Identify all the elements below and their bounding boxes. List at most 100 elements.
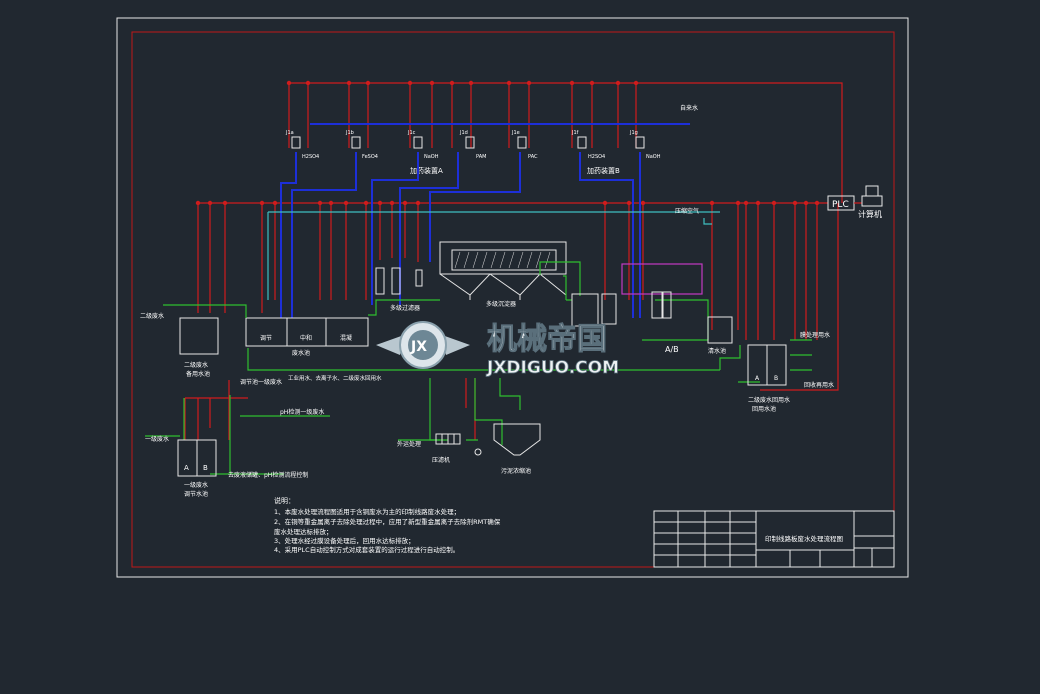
signal-node <box>363 200 369 206</box>
inclined-settler <box>439 241 567 300</box>
dosing-pump-3[interactable]: J1c NaOH <box>407 130 439 160</box>
sludge-pump-icon[interactable] <box>474 448 482 456</box>
dosing-pump-5[interactable]: J1e PAC <box>511 130 538 160</box>
filter-press-label: 压滤机 <box>432 456 450 464</box>
pump-body-icon <box>465 136 475 149</box>
signal-node <box>615 80 621 86</box>
notes-title: 说明： <box>274 496 295 505</box>
signal-node <box>526 80 532 86</box>
note-5: 4、采用PLC自动控制方式对成套装置的运行过程进行自动控制。 <box>274 545 459 554</box>
coarse-filter-label: 多级过滤器 <box>390 304 420 312</box>
signal-node <box>259 200 265 206</box>
waste-tank-label: 废水池 <box>292 349 310 357</box>
compressed-air-label: 压缩空气 <box>675 207 699 215</box>
pump-chemical: H2SO4 <box>302 154 319 160</box>
pump-body-icon <box>413 136 423 149</box>
dosing-pump-2[interactable]: J1b FeSO4 <box>345 130 378 160</box>
bottom-cell-a: A <box>184 464 189 472</box>
computer-icon[interactable] <box>861 185 883 207</box>
pump-body-icon <box>291 136 301 149</box>
pump-body-icon <box>351 136 361 149</box>
signal-node <box>640 200 646 206</box>
watermark-cn: 机械帝国 <box>487 322 607 357</box>
signal-node <box>272 200 278 206</box>
bottom-note: 去废液储罐、pH检测流程控制 <box>228 471 308 479</box>
pump-tag: J1g <box>629 130 638 136</box>
settler-label: 多级沉淀器 <box>486 300 516 308</box>
drawing-title: 印制线路板废水处理流程图 <box>765 534 843 543</box>
reserve-tank-label: 二级废水 <box>184 361 208 369</box>
dosing-pump-1[interactable]: J1a H2SO4 <box>285 130 319 160</box>
signal-node <box>602 200 608 206</box>
note-1: 1、本废水处理流程图适用于含铜废水为主的印制线路废水处理； <box>274 507 460 516</box>
signal-node <box>449 80 455 86</box>
inner-border <box>131 31 895 568</box>
left-in-label: 二级废水 <box>140 312 164 320</box>
notes-block: 说明： 1、本废水处理流程图适用于含铜废水为主的印制线路废水处理； 2、在铜等重… <box>274 496 501 554</box>
waste-cell-3: 混凝 <box>340 334 352 342</box>
clean-tank-label: 清水池 <box>708 347 726 355</box>
pump-body-icon <box>517 136 527 149</box>
signal-node <box>343 200 349 206</box>
pump-chemical: H2SO4 <box>588 154 605 160</box>
cad-drawing: 自来水 J1a H2SO4 J1b FeSO4 J1c NaOH J1d PAM J1e PAC J… <box>0 0 1040 690</box>
note-2: 2、在铜等重金属离子去除处理过程中，应用了新型重金属离子去除剂RMT确保 <box>274 517 501 526</box>
signal-node <box>468 80 474 86</box>
signal-node <box>389 200 395 206</box>
signal-node <box>626 200 632 206</box>
dosing-pump-6[interactable]: J1f H2SO4 <box>571 130 605 160</box>
signal-node <box>402 200 408 206</box>
pump-chemical: NaOH <box>424 154 439 160</box>
waste-cell-1: 调节 <box>260 334 272 342</box>
tap-water-label: 自来水 <box>680 104 698 112</box>
pump-tag: J1c <box>407 130 416 136</box>
compressed-air-line <box>267 211 720 300</box>
signal-node <box>743 200 749 206</box>
signal-node <box>709 200 715 206</box>
pump-body-icon <box>577 136 587 149</box>
computer-label: 计算机 <box>858 209 882 219</box>
signal-node <box>286 80 292 86</box>
signal-node <box>633 80 639 86</box>
signal-node <box>407 80 413 86</box>
ab-label: A/B <box>665 345 679 354</box>
dosing-pump-row: J1a H2SO4 J1b FeSO4 J1c NaOH J1d PAM J1e PAC J1f H2… <box>285 130 661 160</box>
pump-tag: J1f <box>571 130 579 136</box>
bottom-cell-b: B <box>203 464 208 472</box>
dosing-pump-4[interactable]: J1d PAM <box>459 130 486 160</box>
sludge-tank-label: 污泥浓缩池 <box>501 467 531 475</box>
signal-node <box>755 200 761 206</box>
reserve-tank-label-2: 备用水池 <box>186 370 210 378</box>
signal-node <box>771 200 777 206</box>
settler-hatch <box>454 251 551 269</box>
pump-tag: J1d <box>459 130 468 136</box>
pump-body-icon <box>635 136 645 149</box>
signal-node <box>365 80 371 86</box>
dosing-a-label: 加药装置A <box>410 166 443 175</box>
signal-node <box>814 200 820 206</box>
right-cell-a: A <box>755 375 760 382</box>
pump-tag: J1e <box>511 130 520 136</box>
pump-chemical: PAM <box>476 154 486 160</box>
dosing-pump-7[interactable]: J1g NaOH <box>629 130 661 160</box>
right-tank-label: 二级废水回用水 <box>748 396 790 404</box>
right-tank <box>747 344 787 386</box>
left-in2-label: 一级废水 <box>145 435 169 443</box>
pump-chemical: NaOH <box>646 154 661 160</box>
signal-node <box>317 200 323 206</box>
watermark-emblem: JX <box>410 339 427 355</box>
signal-node <box>589 80 595 86</box>
signal-node <box>792 200 798 206</box>
pump-chemical: PAC <box>528 154 538 160</box>
signal-node <box>429 80 435 86</box>
waste-cell-2: 中和 <box>300 334 312 342</box>
dosing-lines <box>280 152 641 318</box>
signal-node <box>569 80 575 86</box>
filter-press <box>435 433 461 445</box>
signal-node <box>222 200 228 206</box>
right-in-label: 膜处理用水 <box>800 331 830 339</box>
pump-chemical: FeSO4 <box>362 154 378 160</box>
signal-node <box>415 200 421 206</box>
pump-tag: J1b <box>345 130 354 136</box>
mid-note: 工业用水、去离子水、二级废水回用水 <box>288 374 382 382</box>
